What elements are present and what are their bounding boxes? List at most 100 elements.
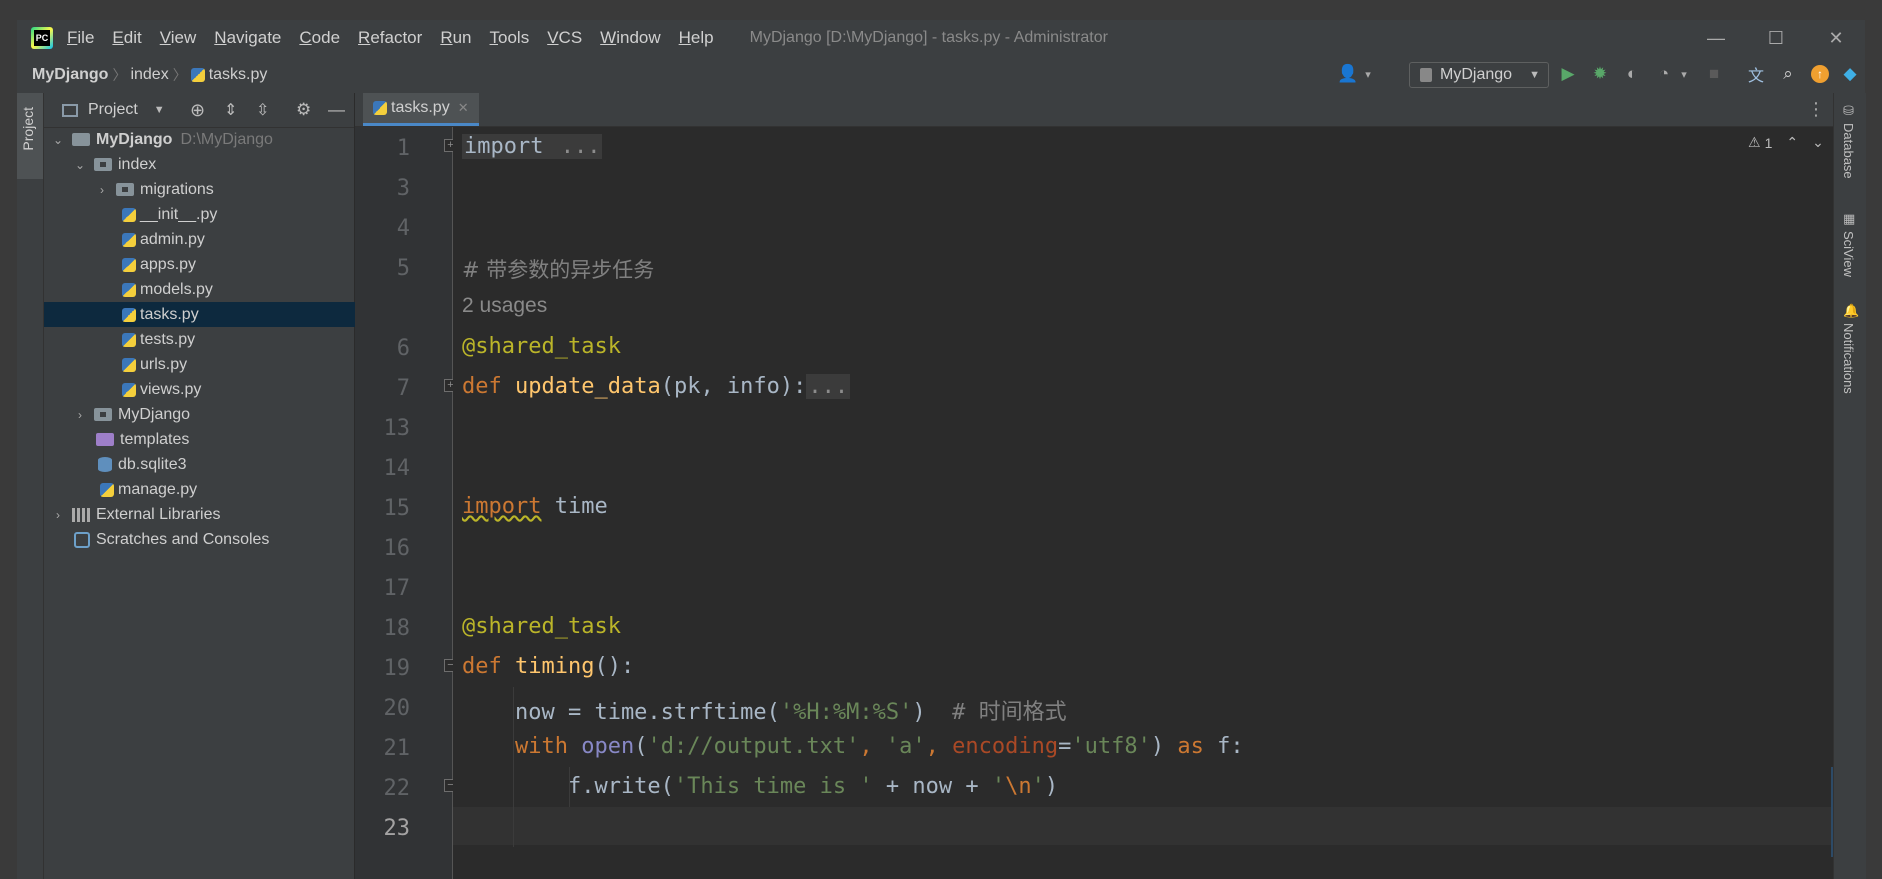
- code-token: (pk, info):: [660, 374, 807, 399]
- close-window-button[interactable]: ✕: [1807, 20, 1865, 56]
- menu-navigate[interactable]: Navigate: [214, 28, 281, 48]
- maximize-button[interactable]: ☐: [1747, 20, 1805, 56]
- plugin-icon[interactable]: ◆: [1839, 63, 1861, 85]
- code-line-15: import time: [462, 494, 608, 519]
- locate-icon[interactable]: ⊕: [190, 100, 205, 121]
- menu-help[interactable]: Help: [679, 28, 714, 48]
- python-file-icon: [122, 232, 136, 247]
- breadcrumb-index[interactable]: index: [130, 66, 168, 84]
- breadcrumb-file[interactable]: tasks.py: [209, 66, 268, 84]
- coverage-icon[interactable]: ◐: [1621, 63, 1643, 85]
- inspection-widget[interactable]: ⚠ 1 ⌃ ⌄: [1748, 134, 1824, 151]
- code-token: \n: [1005, 774, 1032, 799]
- code-token: as: [1177, 734, 1204, 759]
- line-number: 14: [383, 456, 411, 481]
- left-tool-strip: Project: [17, 93, 44, 879]
- folder-icon: [72, 133, 90, 146]
- tool-tab-notifications[interactable]: Notifications: [1841, 323, 1856, 394]
- line-number: 1: [396, 136, 410, 161]
- tree-item-db[interactable]: db.sqlite3: [44, 452, 408, 477]
- python-file-icon: [122, 307, 136, 322]
- menu-tools[interactable]: Tools: [490, 28, 530, 48]
- tree-item-templates[interactable]: templates: [44, 427, 406, 452]
- more-options-icon[interactable]: ⋮: [1807, 99, 1825, 120]
- project-tool-tab[interactable]: Project: [17, 93, 43, 179]
- menu-vcs[interactable]: VCS: [547, 28, 582, 48]
- usages-hint[interactable]: 2 usages: [462, 294, 547, 318]
- update-icon[interactable]: ↑: [1809, 63, 1831, 85]
- tree-item-external-libraries[interactable]: › External Libraries: [44, 502, 362, 527]
- chevron-right-icon[interactable]: ›: [74, 408, 86, 422]
- chevron-right-icon[interactable]: ›: [96, 183, 108, 197]
- logo-text: PC: [34, 30, 50, 46]
- tree-item-migrations[interactable]: › migrations: [44, 177, 406, 202]
- code-token: ): [912, 700, 953, 725]
- code-line-5: # 带参数的异步任务: [462, 258, 655, 282]
- tool-tab-database[interactable]: Database: [1841, 123, 1856, 179]
- expand-all-icon[interactable]: ⇕: [224, 100, 237, 120]
- chevron-down-icon[interactable]: ▾: [1357, 63, 1379, 85]
- line-number: 15: [383, 496, 411, 521]
- code-editor[interactable]: ⚠ 1 ⌃ ⌄ import ... # 带参数的异步任务 2 usages @…: [453, 127, 1849, 879]
- code-token: f.write(: [462, 774, 674, 799]
- run-icon[interactable]: ▶: [1557, 63, 1579, 85]
- menu-code[interactable]: Code: [299, 28, 340, 48]
- folded-region[interactable]: ...: [806, 374, 851, 399]
- line-number-current: 23: [383, 816, 411, 841]
- tree-item-mydjango[interactable]: › MyDjango: [44, 402, 384, 427]
- code-token: timing: [515, 654, 595, 679]
- run-config-select[interactable]: MyDjango ▼: [1409, 62, 1549, 88]
- line-number: 18: [383, 616, 411, 641]
- stop-icon[interactable]: ■: [1703, 63, 1725, 85]
- chevron-down-icon[interactable]: ⌄: [52, 133, 64, 147]
- debug-icon[interactable]: ✹: [1589, 63, 1611, 85]
- search-icon[interactable]: ⌕: [1777, 63, 1799, 85]
- profile-icon[interactable]: ◔: [1653, 63, 1675, 85]
- breadcrumb-project[interactable]: MyDjango: [32, 66, 108, 84]
- python-file-icon: [122, 207, 136, 222]
- run-config-label: MyDjango: [1440, 66, 1513, 83]
- code-token: 'This time is ': [673, 774, 873, 799]
- package-folder-icon: [116, 183, 134, 196]
- title-bar: PC File Edit View Navigate Code Refactor…: [17, 20, 1865, 56]
- tab-tasks-py[interactable]: tasks.py ✕: [363, 93, 479, 126]
- chevron-right-icon[interactable]: ›: [52, 508, 64, 522]
- line-number: 13: [383, 416, 411, 441]
- chevron-down-icon[interactable]: ⌄: [1812, 134, 1824, 151]
- menu-edit[interactable]: Edit: [112, 28, 141, 48]
- menu-window[interactable]: Window: [600, 28, 660, 48]
- tool-tab-sciview[interactable]: SciView: [1841, 231, 1856, 277]
- chevron-down-icon[interactable]: ⌄: [74, 158, 86, 172]
- user-icon[interactable]: 👤: [1337, 63, 1359, 85]
- chevron-down-icon[interactable]: ▾: [1673, 63, 1695, 85]
- chevron-down-icon[interactable]: ▼: [154, 104, 165, 116]
- tree-label: views.py: [140, 380, 202, 398]
- project-panel-title[interactable]: Project: [88, 101, 138, 119]
- menu-refactor[interactable]: Refactor: [358, 28, 422, 48]
- gear-icon[interactable]: ⚙: [296, 100, 311, 120]
- collapse-all-icon[interactable]: ⇳: [256, 100, 269, 120]
- hide-panel-icon[interactable]: —: [328, 100, 345, 120]
- code-token: ): [1044, 774, 1059, 799]
- chevron-up-icon[interactable]: ⌃: [1786, 134, 1798, 151]
- line-number: 21: [383, 736, 411, 761]
- minimize-button[interactable]: —: [1687, 20, 1745, 56]
- code-token: ': [991, 774, 1006, 799]
- python-file-icon: [122, 332, 136, 347]
- code-token: with: [462, 734, 568, 759]
- code-token: def: [462, 654, 502, 679]
- menu-view[interactable]: View: [160, 28, 197, 48]
- code-token: =: [1058, 734, 1072, 759]
- tree-label: Scratches and Consoles: [96, 530, 270, 548]
- translate-icon[interactable]: 文: [1745, 63, 1767, 85]
- code-token: 'd://output.txt': [647, 734, 860, 759]
- tree-item-scratches[interactable]: Scratches and Consoles: [44, 527, 384, 552]
- library-icon: [72, 507, 90, 522]
- tree-item-project-root[interactable]: ⌄ MyDjango D:\MyDjango: [44, 127, 362, 152]
- close-icon[interactable]: ✕: [458, 100, 469, 116]
- pycharm-logo-icon: PC: [31, 27, 53, 49]
- menu-run[interactable]: Run: [440, 28, 471, 48]
- tree-item-index[interactable]: ⌄ index: [44, 152, 384, 177]
- menu-file[interactable]: File: [67, 28, 94, 48]
- folded-region[interactable]: ...: [545, 134, 603, 159]
